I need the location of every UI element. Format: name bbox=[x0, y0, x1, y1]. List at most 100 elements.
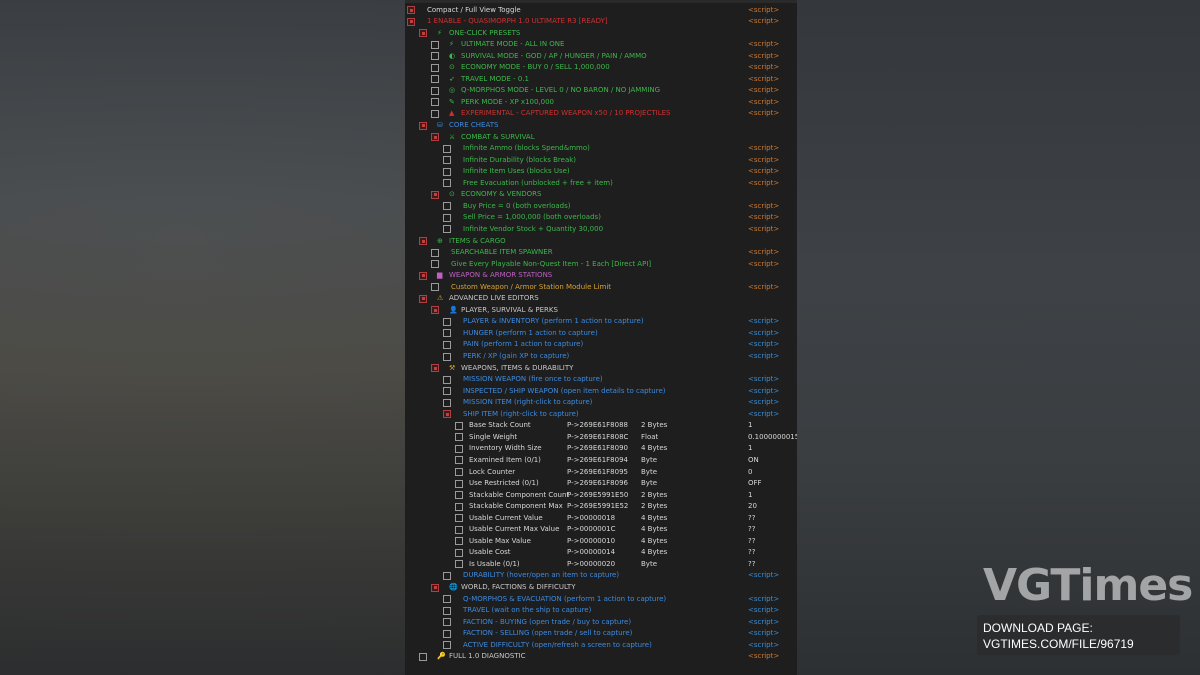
activate-checkbox[interactable] bbox=[443, 156, 451, 165]
cheat-entry-row[interactable]: ⚔ COMBAT & SURVIVAL bbox=[405, 132, 797, 144]
activate-checkbox[interactable] bbox=[455, 421, 463, 430]
cheat-entry-row[interactable]: ▲ EXPERIMENTAL - CAPTURED WEAPON x50 / 10… bbox=[405, 108, 797, 120]
activate-checkbox[interactable] bbox=[443, 606, 451, 615]
activate-checkbox[interactable] bbox=[431, 364, 439, 373]
cheat-entry-row[interactable]: FACTION - SELLING (open trade / sell to … bbox=[405, 628, 797, 640]
cheat-entry-row[interactable]: MISSION WEAPON (fire once to capture) <sc… bbox=[405, 374, 797, 386]
activate-checkbox[interactable] bbox=[455, 502, 463, 511]
cheat-entry-row[interactable]: Infinite Ammo (blocks Spend&mmo) <script> bbox=[405, 143, 797, 155]
cheat-entry-row[interactable]: Infinite Durability (blocks Break) <scrip… bbox=[405, 155, 797, 167]
cheat-entry-row[interactable]: Buy Price = 0 (both overloads) <script> bbox=[405, 201, 797, 213]
memory-record-row[interactable]: Lock Counter P->269E61F8095 Byte 0 bbox=[405, 467, 797, 479]
activate-checkbox[interactable] bbox=[443, 144, 451, 153]
activate-checkbox[interactable] bbox=[443, 317, 451, 326]
record-value[interactable]: 1 bbox=[748, 490, 752, 502]
cheat-entry-row[interactable]: HUNGER (perform 1 action to capture) <scr… bbox=[405, 328, 797, 340]
cheat-entry-row[interactable]: DURABILITY (hover/open an item to captur… bbox=[405, 570, 797, 582]
activate-checkbox[interactable] bbox=[431, 283, 439, 292]
activate-checkbox[interactable] bbox=[443, 595, 451, 604]
cheat-entry-row[interactable]: ✎ PERK MODE - XP x100,000 <script> bbox=[405, 97, 797, 109]
activate-checkbox[interactable] bbox=[419, 652, 427, 661]
cheat-entry-row[interactable]: ➶ TRAVEL MODE - 0.1 <script> bbox=[405, 74, 797, 86]
activate-checkbox[interactable] bbox=[443, 641, 451, 650]
record-value[interactable]: ?? bbox=[748, 513, 755, 525]
activate-checkbox[interactable] bbox=[431, 40, 439, 49]
cheat-entry-row[interactable]: SEARCHABLE ITEM SPAWNER <script> bbox=[405, 247, 797, 259]
activate-checkbox[interactable] bbox=[455, 479, 463, 488]
record-value[interactable]: OFF bbox=[748, 478, 762, 490]
activate-checkbox[interactable] bbox=[431, 75, 439, 84]
record-value[interactable]: ?? bbox=[748, 547, 755, 559]
record-value[interactable]: 1 bbox=[748, 420, 752, 432]
activate-checkbox[interactable] bbox=[443, 375, 451, 384]
activate-checkbox[interactable] bbox=[455, 444, 463, 453]
activate-checkbox[interactable] bbox=[455, 525, 463, 534]
cheat-entry-row[interactable]: ⚒ WEAPONS, ITEMS & DURABILITY bbox=[405, 363, 797, 375]
activate-checkbox[interactable] bbox=[431, 98, 439, 107]
activate-checkbox[interactable] bbox=[455, 514, 463, 523]
activate-checkbox[interactable] bbox=[443, 225, 451, 234]
activate-checkbox[interactable] bbox=[443, 179, 451, 188]
cheat-entry-row[interactable]: ◎ Q-MORPHOS MODE - LEVEL 0 / NO BARON / N… bbox=[405, 85, 797, 97]
cheat-entry-row[interactable]: ⛁ CORE CHEATS bbox=[405, 120, 797, 132]
cheat-entry-row[interactable]: Free Evacuation (unblocked + free + item… bbox=[405, 178, 797, 190]
memory-record-row[interactable]: Is Usable (0/1) P->00000020 Byte?? bbox=[405, 559, 797, 571]
memory-record-row[interactable]: Examined Item (0/1) P->269E61F8094 Byte ON bbox=[405, 455, 797, 467]
cheat-entry-row[interactable]: Sell Price = 1,000,000 (both overloads) <… bbox=[405, 212, 797, 224]
memory-record-row[interactable]: Stackable Component Count P->269E5991E50 2… bbox=[405, 490, 797, 502]
cheat-entry-row[interactable]: ACTIVE DIFFICULTY (open/refresh a screen… bbox=[405, 640, 797, 652]
activate-checkbox[interactable] bbox=[419, 271, 427, 280]
cheat-entry-row[interactable]: Custom Weapon / Armor Station Module Lim… bbox=[405, 282, 797, 294]
activate-checkbox[interactable] bbox=[443, 202, 451, 211]
activate-checkbox[interactable] bbox=[431, 260, 439, 269]
activate-checkbox[interactable] bbox=[443, 167, 451, 176]
cheat-entry-row[interactable]: 👤 PLAYER, SURVIVAL & PERKS bbox=[405, 305, 797, 317]
cheat-entry-row[interactable]: ⚡ ULTIMATE MODE - ALL IN ONE <script> bbox=[405, 39, 797, 51]
activate-checkbox[interactable] bbox=[431, 63, 439, 72]
activate-checkbox[interactable] bbox=[443, 571, 451, 580]
cheat-entry-row[interactable]: Q-MORPHOS & EVACUATION (perform 1 action… bbox=[405, 594, 797, 606]
activate-checkbox[interactable] bbox=[455, 548, 463, 557]
memory-record-row[interactable]: Usable Cost P->00000014 4 Bytes?? bbox=[405, 547, 797, 559]
memory-record-row[interactable]: Single Weight P->269E61F808C Float 0.100000… bbox=[405, 432, 797, 444]
activate-checkbox[interactable] bbox=[443, 213, 451, 222]
cheat-entry-row[interactable]: ⚠ ADVANCED LIVE EDITORS bbox=[405, 293, 797, 305]
record-value[interactable]: ?? bbox=[748, 536, 755, 548]
memory-record-row[interactable]: Use Restricted (0/1) P->269E61F8096 Byte OF… bbox=[405, 478, 797, 490]
cheat-entry-row[interactable]: PLAYER & INVENTORY (perform 1 action to … bbox=[405, 316, 797, 328]
activate-checkbox[interactable] bbox=[443, 352, 451, 361]
cheat-entry-row[interactable]: Compact / Full View Toggle <script> bbox=[405, 5, 797, 17]
cheat-entry-row[interactable]: ⊙ ECONOMY & VENDORS bbox=[405, 189, 797, 201]
activate-checkbox[interactable] bbox=[455, 537, 463, 546]
memory-record-row[interactable]: Stackable Component Max P->269E5991E52 2 B… bbox=[405, 501, 797, 513]
activate-checkbox[interactable] bbox=[419, 237, 427, 245]
cheat-entry-row[interactable]: ▆ WEAPON & ARMOR STATIONS bbox=[405, 270, 797, 282]
activate-checkbox[interactable] bbox=[419, 294, 427, 303]
activate-checkbox[interactable] bbox=[431, 52, 439, 61]
activate-checkbox[interactable] bbox=[455, 491, 463, 500]
cheat-entry-row[interactable]: ◐ SURVIVAL MODE - GOD / AP / HUNGER / PAI… bbox=[405, 51, 797, 63]
activate-checkbox[interactable] bbox=[431, 190, 439, 199]
cheat-entry-row[interactable]: ⊙ ECONOMY MODE - BUY 0 / SELL 1,000,000 <s… bbox=[405, 62, 797, 74]
cheat-entry-row[interactable]: SHIP ITEM (right-click to capture) <scrip… bbox=[405, 409, 797, 421]
cheat-entry-row[interactable]: TRAVEL (wait on the ship to capture) <scr… bbox=[405, 605, 797, 617]
cheat-entry-row[interactable]: MISSION ITEM (right-click to capture) <sc… bbox=[405, 397, 797, 409]
cheat-entry-row[interactable]: ⚡ ONE-CLICK PRESETS bbox=[405, 28, 797, 40]
cheat-entry-row[interactable]: INSPECTED / SHIP WEAPON (open item detai… bbox=[405, 386, 797, 398]
activate-checkbox[interactable] bbox=[455, 468, 463, 476]
activate-checkbox[interactable] bbox=[419, 121, 427, 130]
activate-checkbox[interactable] bbox=[407, 17, 415, 26]
record-value[interactable]: ON bbox=[748, 455, 759, 467]
activate-checkbox[interactable] bbox=[455, 560, 463, 569]
activate-checkbox[interactable] bbox=[443, 387, 451, 396]
cheat-entry-row[interactable]: 🌐 WORLD, FACTIONS & DIFFICULTY bbox=[405, 582, 797, 594]
cheat-entry-row[interactable]: PAIN (perform 1 action to capture) <scrip… bbox=[405, 339, 797, 351]
record-value[interactable]: 1 bbox=[748, 443, 752, 455]
activate-checkbox[interactable] bbox=[431, 248, 439, 257]
activate-checkbox[interactable] bbox=[455, 456, 463, 465]
activate-checkbox[interactable] bbox=[407, 6, 415, 14]
record-value[interactable]: 0.1000000015 bbox=[748, 432, 797, 444]
record-value[interactable]: ?? bbox=[748, 524, 755, 536]
cheat-entry-row[interactable]: Infinite Vendor Stock + Quantity 30,000 <… bbox=[405, 224, 797, 236]
cheat-entry-row[interactable]: FACTION - BUYING (open trade / buy to ca… bbox=[405, 617, 797, 629]
